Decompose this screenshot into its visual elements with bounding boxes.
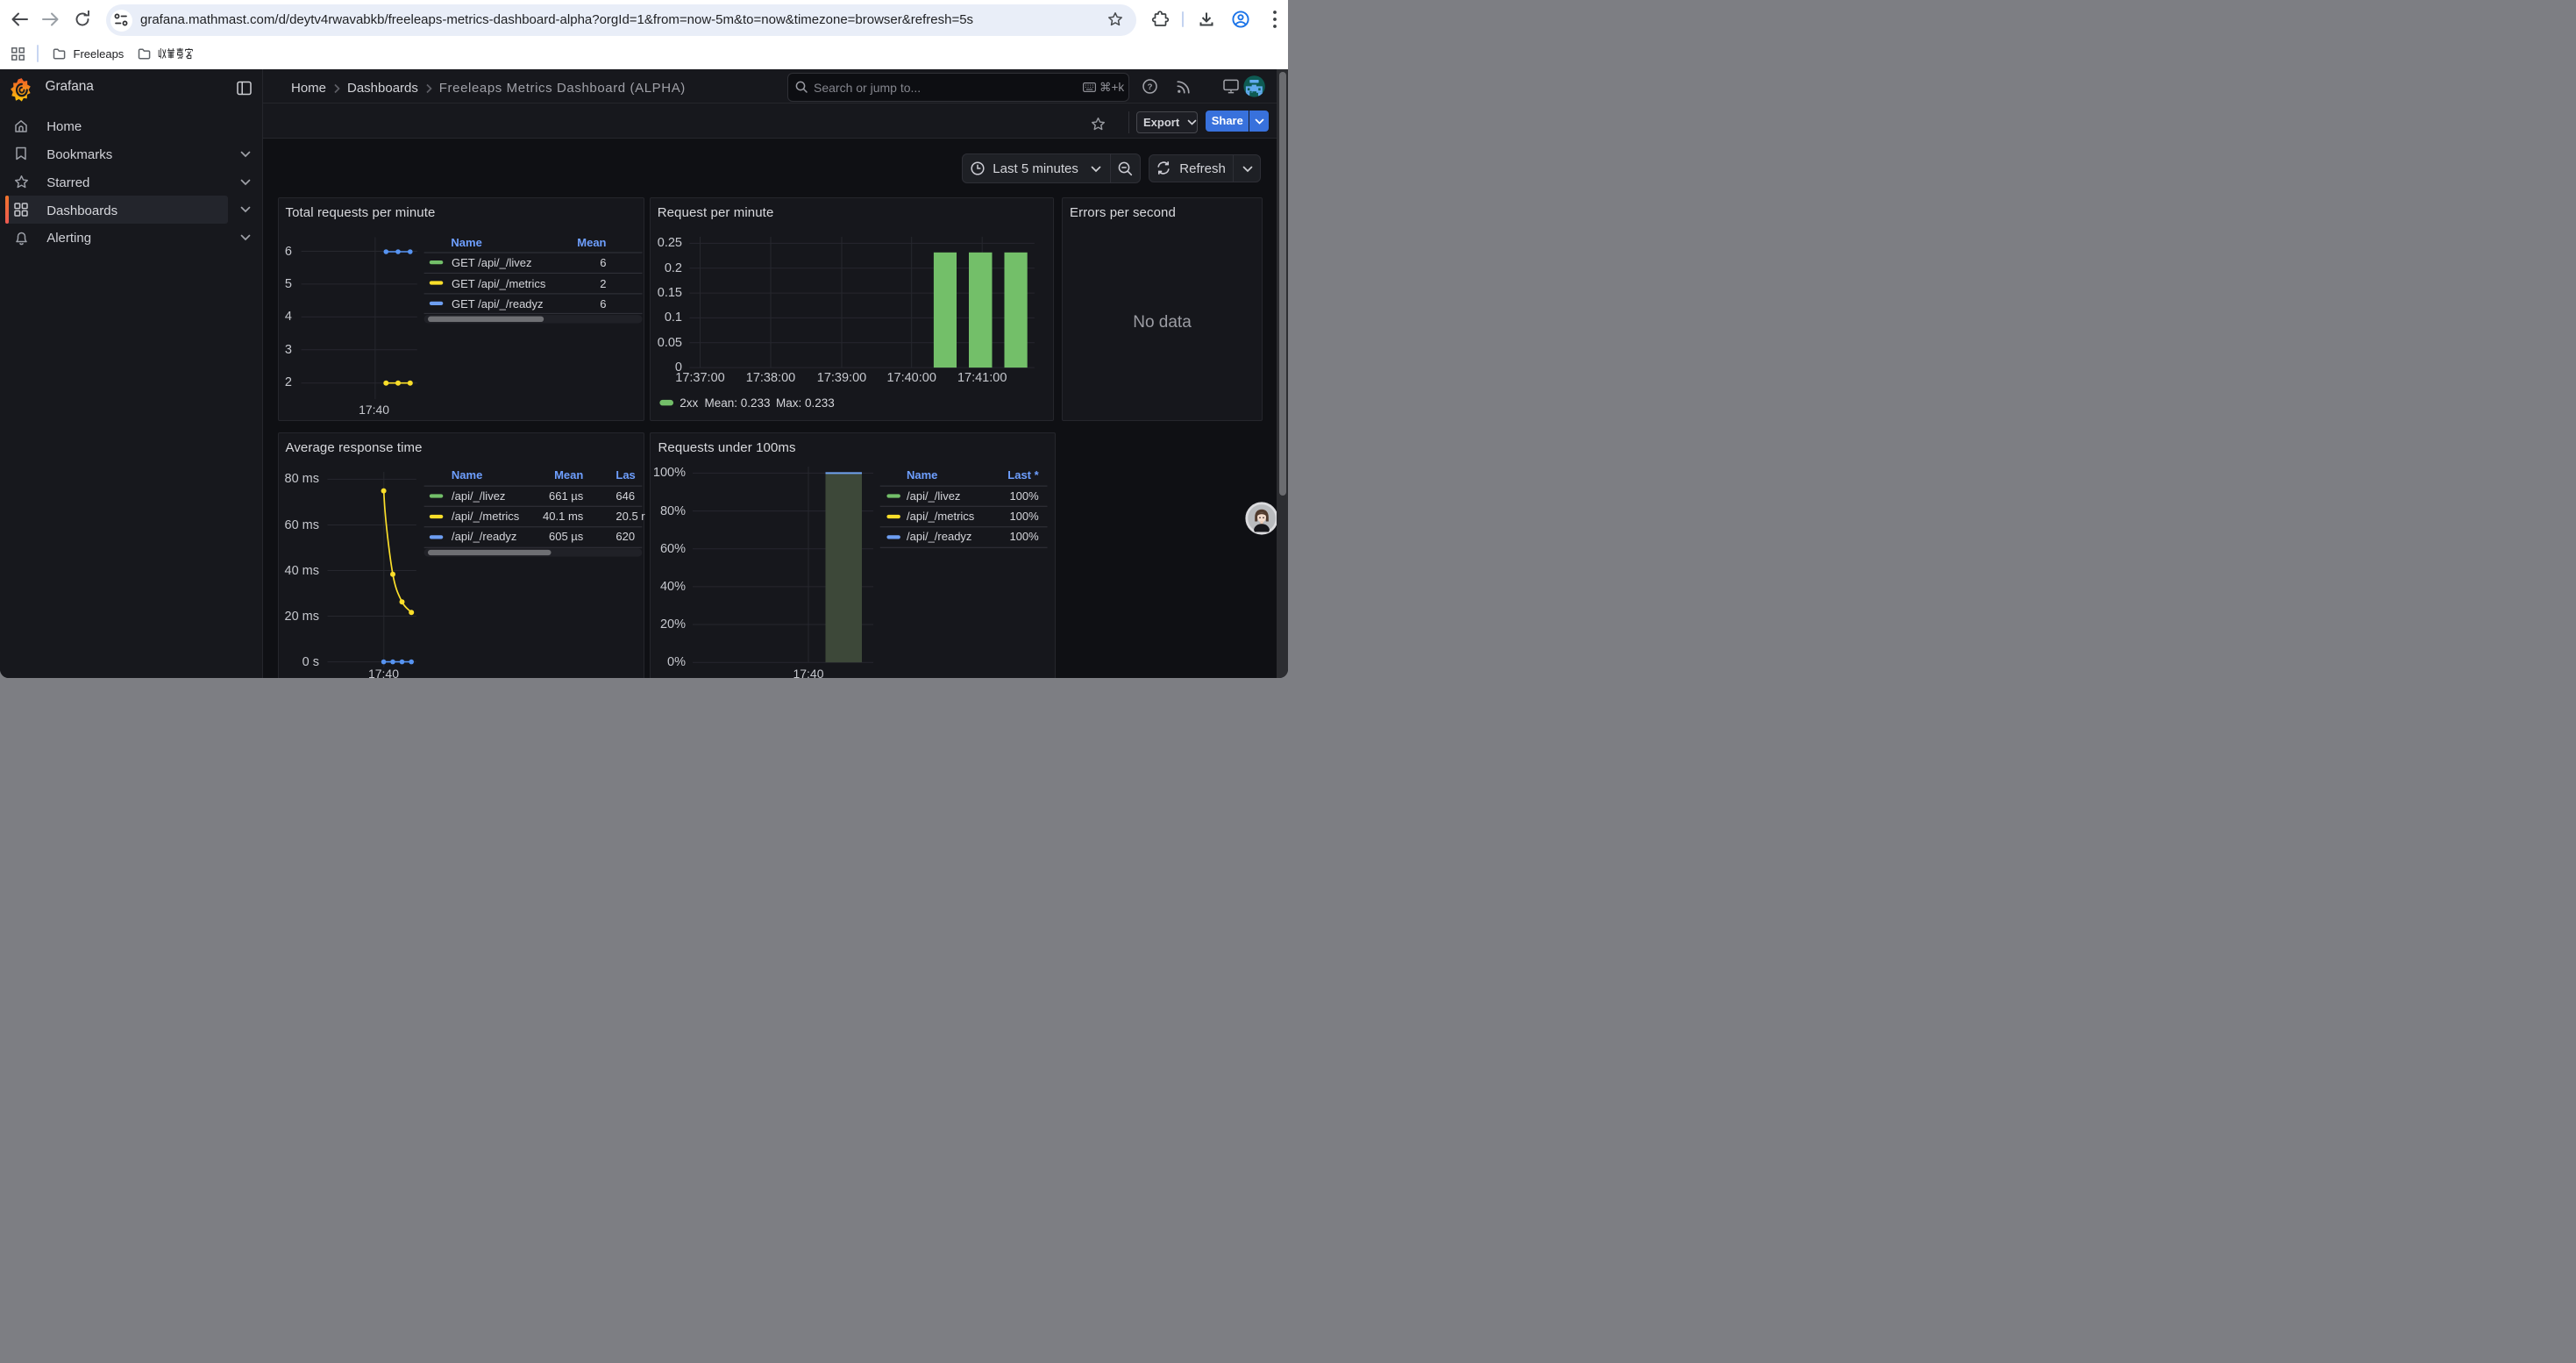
svg-text:?: ? — [1148, 82, 1153, 92]
